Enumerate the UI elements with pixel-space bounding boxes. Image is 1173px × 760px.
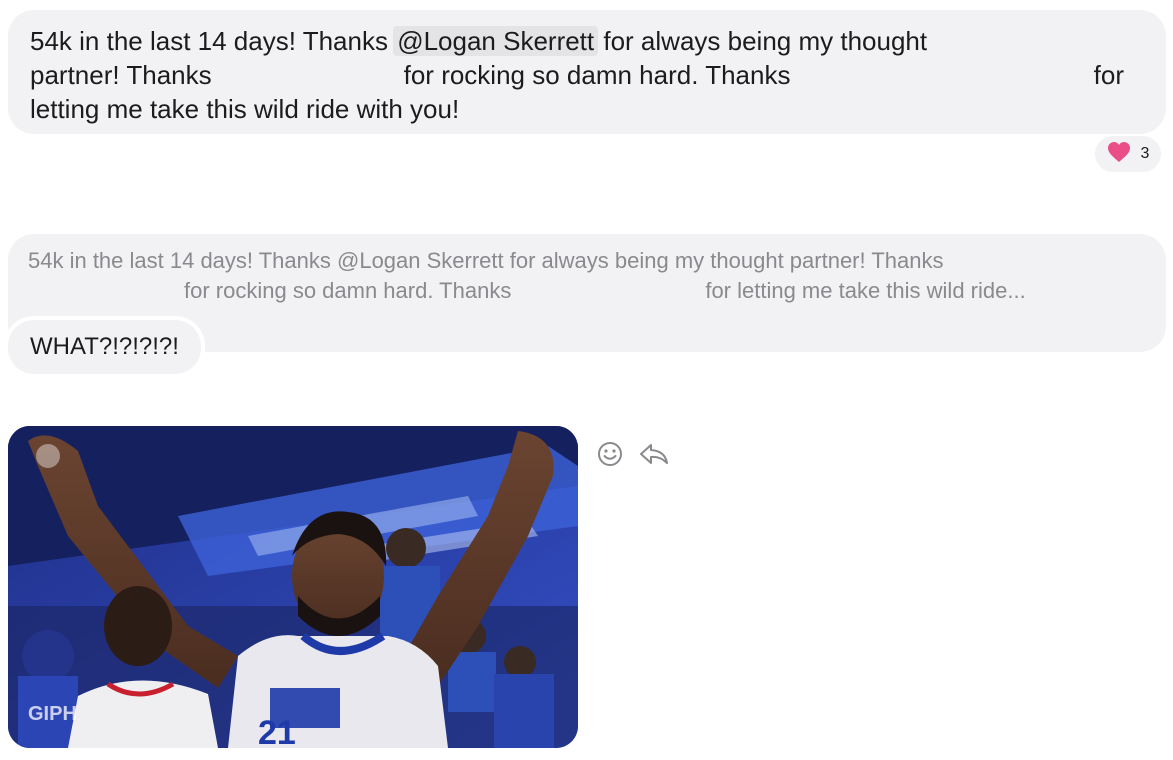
reply-icon: [640, 444, 668, 464]
reaction-count: 3: [1140, 145, 1150, 162]
quoted-line-1: 54k in the last 14 days! Thanks @Logan S…: [28, 248, 944, 273]
heart-icon: [1107, 141, 1131, 168]
message-actions: [594, 438, 670, 470]
reaction-pill[interactable]: 3: [1095, 136, 1161, 172]
reply-text: WHAT?!?!?!?!: [30, 333, 179, 360]
emoji-icon: [598, 442, 622, 466]
quoted-text: for letting me take this wild ride...: [705, 278, 1026, 303]
message-line-3: letting me take this wild ride with you!: [30, 92, 1144, 126]
message-text: for always being my thought: [596, 26, 928, 56]
add-reaction-button[interactable]: [594, 438, 626, 470]
gif-illustration: 21: [8, 426, 578, 748]
message-text: for: [1093, 60, 1124, 90]
message-line-1: 54k in the last 14 days! Thanks @Logan S…: [30, 24, 1144, 58]
quoted-line-2: for rocking so damn hard. Thanks for lett…: [28, 276, 1146, 306]
quoted-text: for rocking so damn hard. Thanks: [184, 278, 512, 303]
reply-button[interactable]: [638, 438, 670, 470]
reply-bubble: WHAT?!?!?!?!: [8, 320, 201, 374]
message-line-2: partner! Thanks for rocking so damn hard.…: [30, 58, 1144, 92]
message-text: 54k in the last 14 days! Thanks: [30, 26, 396, 56]
mention-tag[interactable]: @Logan Skerrett: [393, 26, 599, 56]
giphy-watermark: GIPH: [28, 703, 77, 725]
gif-image[interactable]: 21 GIPH: [8, 426, 578, 748]
message-text: for rocking so damn hard. Thanks: [403, 60, 791, 90]
message-text: letting me take this wild ride with you!: [30, 94, 460, 124]
message-text: partner! Thanks: [30, 60, 212, 90]
message-bubble: 54k in the last 14 days! Thanks @Logan S…: [8, 10, 1166, 134]
jersey-number: 21: [258, 714, 296, 748]
